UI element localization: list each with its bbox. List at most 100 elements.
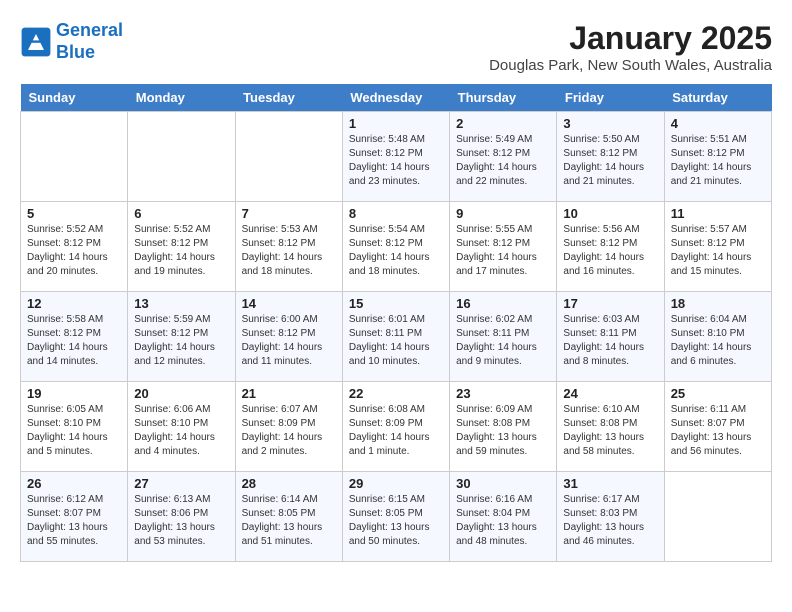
weekday-header-thursday: Thursday [450, 84, 557, 112]
day-number: 30 [456, 476, 550, 491]
title-block: January 2025 Douglas Park, New South Wal… [489, 20, 772, 74]
calendar-cell [235, 112, 342, 202]
weekday-header-saturday: Saturday [664, 84, 771, 112]
day-info: Sunrise: 5:52 AM Sunset: 8:12 PM Dayligh… [27, 223, 121, 279]
day-number: 4 [671, 116, 765, 131]
day-info: Sunrise: 6:16 AM Sunset: 8:04 PM Dayligh… [456, 493, 550, 549]
day-number: 23 [456, 386, 550, 401]
day-number: 17 [563, 296, 657, 311]
logo: General Blue [20, 20, 123, 63]
calendar-cell: 3 Sunrise: 5:50 AM Sunset: 8:12 PM Daylig… [557, 112, 664, 202]
day-info: Sunrise: 6:15 AM Sunset: 8:05 PM Dayligh… [349, 493, 443, 549]
day-info: Sunrise: 6:13 AM Sunset: 8:06 PM Dayligh… [134, 493, 228, 549]
day-info: Sunrise: 6:06 AM Sunset: 8:10 PM Dayligh… [134, 403, 228, 459]
calendar-cell: 22Sunrise: 6:08 AM Sunset: 8:09 PM Dayli… [342, 382, 449, 472]
day-number: 15 [349, 296, 443, 311]
day-info: Sunrise: 5:57 AM Sunset: 8:12 PM Dayligh… [671, 223, 765, 279]
day-info: Sunrise: 6:17 AM Sunset: 8:03 PM Dayligh… [563, 493, 657, 549]
day-number: 14 [242, 296, 336, 311]
calendar-cell: 7 Sunrise: 5:53 AM Sunset: 8:12 PM Daylig… [235, 202, 342, 292]
calendar-cell: 4 Sunrise: 5:51 AM Sunset: 8:12 PM Daylig… [664, 112, 771, 202]
calendar-cell [21, 112, 128, 202]
day-info: Sunrise: 6:11 AM Sunset: 8:07 PM Dayligh… [671, 403, 765, 459]
day-info: Sunrise: 5:58 AM Sunset: 8:12 PM Dayligh… [27, 313, 121, 369]
day-info: Sunrise: 5:51 AM Sunset: 8:12 PM Dayligh… [671, 133, 765, 189]
day-number: 19 [27, 386, 121, 401]
month-title: January 2025 [489, 20, 772, 57]
day-info: Sunrise: 6:05 AM Sunset: 8:10 PM Dayligh… [27, 403, 121, 459]
day-number: 2 [456, 116, 550, 131]
calendar-cell: 1Sunrise: 5:48 AM Sunset: 8:12 PM Daylig… [342, 112, 449, 202]
day-info: Sunrise: 5:53 AM Sunset: 8:12 PM Dayligh… [242, 223, 336, 279]
calendar-cell: 6Sunrise: 5:52 AM Sunset: 8:12 PM Daylig… [128, 202, 235, 292]
day-info: Sunrise: 6:03 AM Sunset: 8:11 PM Dayligh… [563, 313, 657, 369]
calendar-cell: 27 Sunrise: 6:13 AM Sunset: 8:06 PM Dayli… [128, 472, 235, 562]
calendar-cell: 5 Sunrise: 5:52 AM Sunset: 8:12 PM Daylig… [21, 202, 128, 292]
calendar-cell: 26Sunrise: 6:12 AM Sunset: 8:07 PM Dayli… [21, 472, 128, 562]
calendar-cell: 24 Sunrise: 6:10 AM Sunset: 8:08 PM Dayli… [557, 382, 664, 472]
day-number: 7 [242, 206, 336, 221]
day-number: 8 [349, 206, 443, 221]
calendar-cell [664, 472, 771, 562]
calendar-cell: 2 Sunrise: 5:49 AM Sunset: 8:12 PM Daylig… [450, 112, 557, 202]
calendar-cell: 18 Sunrise: 6:04 AM Sunset: 8:10 PM Dayli… [664, 292, 771, 382]
day-info: Sunrise: 5:50 AM Sunset: 8:12 PM Dayligh… [563, 133, 657, 189]
day-number: 12 [27, 296, 121, 311]
page-header: General Blue January 2025 Douglas Park, … [20, 20, 772, 74]
day-number: 29 [349, 476, 443, 491]
day-number: 18 [671, 296, 765, 311]
calendar-cell: 28 Sunrise: 6:14 AM Sunset: 8:05 PM Dayli… [235, 472, 342, 562]
day-info: Sunrise: 5:59 AM Sunset: 8:12 PM Dayligh… [134, 313, 228, 369]
day-info: Sunrise: 6:14 AM Sunset: 8:05 PM Dayligh… [242, 493, 336, 549]
calendar-cell: 14 Sunrise: 6:00 AM Sunset: 8:12 PM Dayli… [235, 292, 342, 382]
calendar-cell: 31 Sunrise: 6:17 AM Sunset: 8:03 PM Dayli… [557, 472, 664, 562]
calendar-table: SundayMondayTuesdayWednesdayThursdayFrid… [20, 84, 772, 562]
day-info: Sunrise: 6:04 AM Sunset: 8:10 PM Dayligh… [671, 313, 765, 369]
weekday-header-sunday: Sunday [21, 84, 128, 112]
calendar-cell: 19 Sunrise: 6:05 AM Sunset: 8:10 PM Dayli… [21, 382, 128, 472]
day-info: Sunrise: 6:12 AM Sunset: 8:07 PM Dayligh… [27, 493, 121, 549]
day-info: Sunrise: 6:00 AM Sunset: 8:12 PM Dayligh… [242, 313, 336, 369]
calendar-cell: 9 Sunrise: 5:55 AM Sunset: 8:12 PM Daylig… [450, 202, 557, 292]
calendar-cell: 23Sunrise: 6:09 AM Sunset: 8:08 PM Dayli… [450, 382, 557, 472]
day-number: 20 [134, 386, 228, 401]
calendar-cell: 10Sunrise: 5:56 AM Sunset: 8:12 PM Dayli… [557, 202, 664, 292]
calendar-cell: 21Sunrise: 6:07 AM Sunset: 8:09 PM Dayli… [235, 382, 342, 472]
day-info: Sunrise: 6:01 AM Sunset: 8:11 PM Dayligh… [349, 313, 443, 369]
day-info: Sunrise: 6:02 AM Sunset: 8:11 PM Dayligh… [456, 313, 550, 369]
day-number: 31 [563, 476, 657, 491]
calendar-cell: 11Sunrise: 5:57 AM Sunset: 8:12 PM Dayli… [664, 202, 771, 292]
logo-icon [20, 26, 52, 58]
calendar-cell: 13 Sunrise: 5:59 AM Sunset: 8:12 PM Dayli… [128, 292, 235, 382]
calendar-cell: 8 Sunrise: 5:54 AM Sunset: 8:12 PM Daylig… [342, 202, 449, 292]
day-number: 27 [134, 476, 228, 491]
day-info: Sunrise: 5:55 AM Sunset: 8:12 PM Dayligh… [456, 223, 550, 279]
day-info: Sunrise: 6:10 AM Sunset: 8:08 PM Dayligh… [563, 403, 657, 459]
calendar-cell: 25Sunrise: 6:11 AM Sunset: 8:07 PM Dayli… [664, 382, 771, 472]
weekday-header-friday: Friday [557, 84, 664, 112]
day-number: 24 [563, 386, 657, 401]
calendar-cell: 30 Sunrise: 6:16 AM Sunset: 8:04 PM Dayli… [450, 472, 557, 562]
calendar-cell [128, 112, 235, 202]
weekday-header-tuesday: Tuesday [235, 84, 342, 112]
day-number: 13 [134, 296, 228, 311]
location-title: Douglas Park, New South Wales, Australia [489, 57, 772, 74]
day-number: 22 [349, 386, 443, 401]
day-number: 6 [134, 206, 228, 221]
day-number: 3 [563, 116, 657, 131]
day-number: 9 [456, 206, 550, 221]
day-info: Sunrise: 5:48 AM Sunset: 8:12 PM Dayligh… [349, 133, 443, 189]
calendar-cell: 15 Sunrise: 6:01 AM Sunset: 8:11 PM Dayli… [342, 292, 449, 382]
day-number: 28 [242, 476, 336, 491]
day-number: 16 [456, 296, 550, 311]
weekday-header-wednesday: Wednesday [342, 84, 449, 112]
calendar-cell: 20 Sunrise: 6:06 AM Sunset: 8:10 PM Dayli… [128, 382, 235, 472]
calendar-cell: 12 Sunrise: 5:58 AM Sunset: 8:12 PM Dayli… [21, 292, 128, 382]
calendar-cell: 29 Sunrise: 6:15 AM Sunset: 8:05 PM Dayli… [342, 472, 449, 562]
day-number: 21 [242, 386, 336, 401]
day-info: Sunrise: 5:54 AM Sunset: 8:12 PM Dayligh… [349, 223, 443, 279]
calendar-cell: 17 Sunrise: 6:03 AM Sunset: 8:11 PM Dayli… [557, 292, 664, 382]
day-info: Sunrise: 5:49 AM Sunset: 8:12 PM Dayligh… [456, 133, 550, 189]
weekday-header-monday: Monday [128, 84, 235, 112]
day-number: 5 [27, 206, 121, 221]
